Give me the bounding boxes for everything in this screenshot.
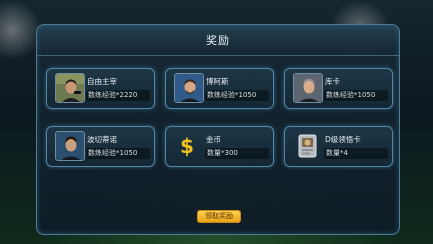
reward-dialog: 奖励 自由主宰 数练经验*2220 博阿斯 数练经验*1050 库卡 数练经验*… xyxy=(36,24,400,235)
player-portrait-icon xyxy=(174,73,204,103)
player-portrait-icon xyxy=(55,73,85,103)
reward-name: 自由主宰 xyxy=(87,77,117,86)
card-icon xyxy=(293,131,323,161)
dialog-header: 奖励 xyxy=(37,25,399,56)
reward-name: D级领悟卡 xyxy=(325,135,361,144)
dialog-title: 奖励 xyxy=(206,34,230,47)
reward-name: 博阿斯 xyxy=(206,77,229,86)
reward-detail: 数练经验*1050 xyxy=(324,90,388,101)
reward-name: 库卡 xyxy=(325,77,340,86)
reward-detail: 数练经验*1050 xyxy=(86,148,150,159)
claim-reward-button[interactable]: 领取奖励 xyxy=(197,210,241,223)
player-portrait-icon xyxy=(293,73,323,103)
reward-card[interactable]: $ 金币 数量*300 xyxy=(165,126,274,167)
dollar-icon: $ xyxy=(180,134,194,158)
reward-name: 波切蒂诺 xyxy=(87,135,117,144)
reward-card[interactable]: D级领悟卡 数量*4 xyxy=(284,126,393,167)
reward-card[interactable]: 库卡 数练经验*1050 xyxy=(284,68,393,109)
reward-detail: 数练经验*2220 xyxy=(86,90,150,101)
reward-detail: 数量*4 xyxy=(324,148,388,159)
reward-card[interactable]: 自由主宰 数练经验*2220 xyxy=(46,68,155,109)
reward-name: 金币 xyxy=(206,135,221,144)
reward-detail: 数练经验*1050 xyxy=(205,90,269,101)
reward-card[interactable]: 波切蒂诺 数练经验*1050 xyxy=(46,126,155,167)
reward-card[interactable]: 博阿斯 数练经验*1050 xyxy=(165,68,274,109)
player-portrait-icon xyxy=(55,131,85,161)
reward-detail: 数量*300 xyxy=(205,148,269,159)
